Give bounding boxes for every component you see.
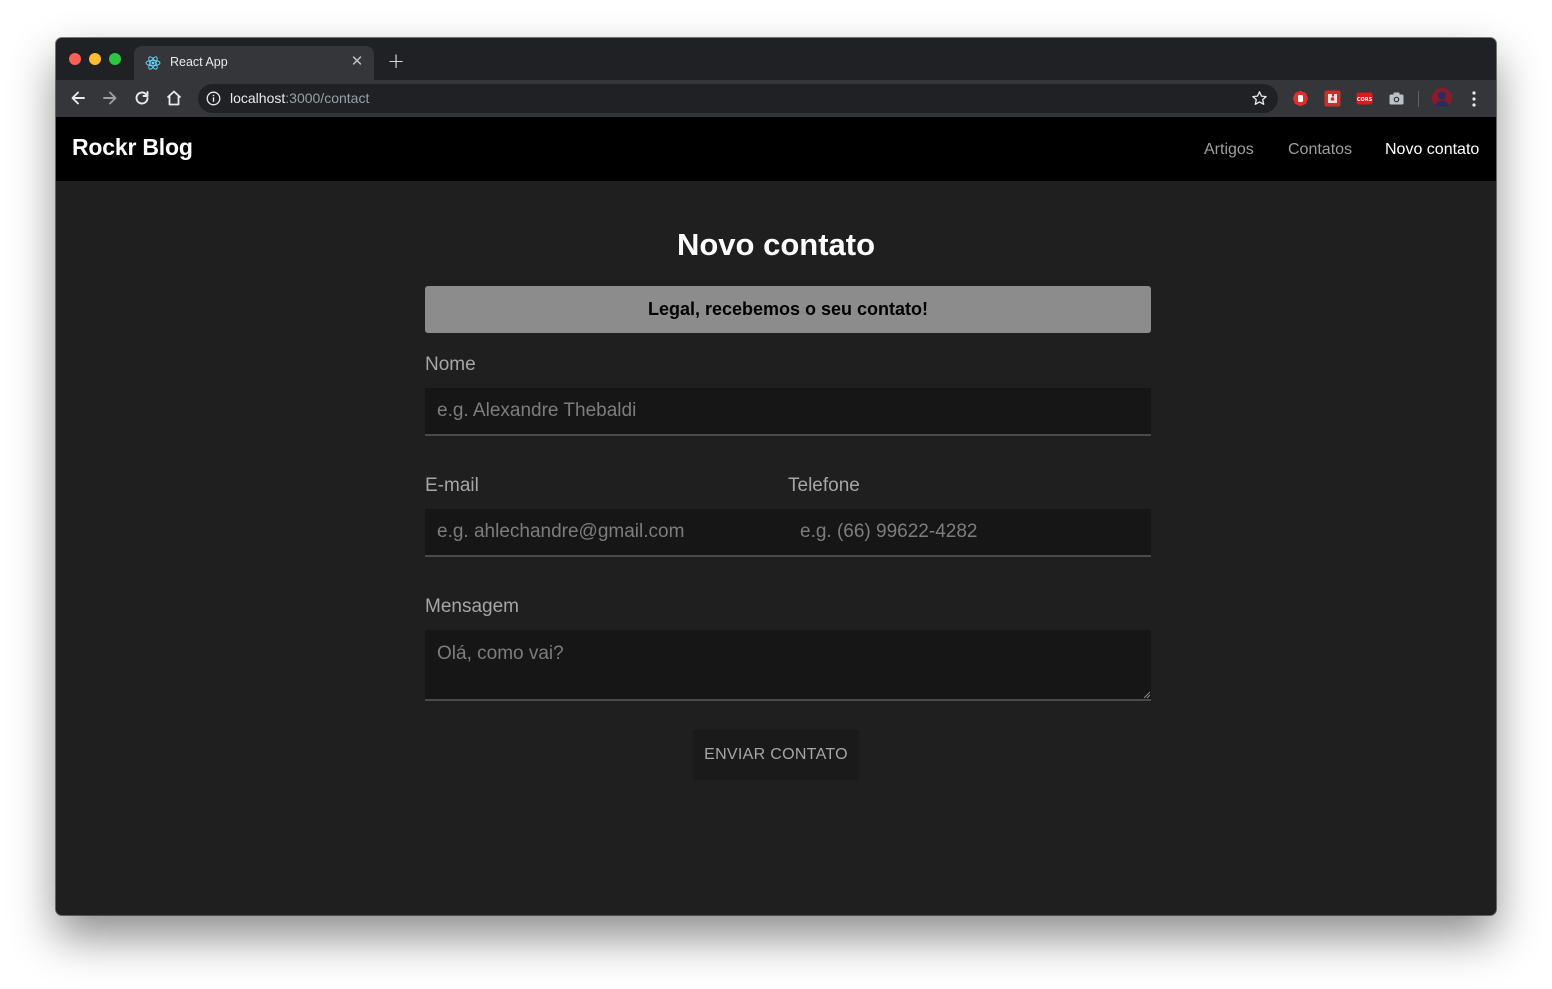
name-input[interactable] xyxy=(425,388,1151,436)
email-input[interactable] xyxy=(425,509,788,557)
reload-icon[interactable] xyxy=(132,88,152,108)
toolbar-divider xyxy=(1418,91,1419,107)
name-label: Nome xyxy=(425,354,476,375)
svg-text:CORS: CORS xyxy=(1357,97,1373,103)
tab-strip: React App ✕ + xyxy=(56,38,1496,80)
browser-menu-icon[interactable] xyxy=(1467,89,1481,109)
home-icon[interactable] xyxy=(164,88,184,108)
submit-contact-button[interactable]: ENVIAR CONTATO xyxy=(693,730,859,780)
puzzle-extension-icon[interactable] xyxy=(1324,90,1341,107)
phone-label: Telefone xyxy=(788,475,860,496)
email-label: E-mail xyxy=(425,475,479,496)
new-tab-icon[interactable]: + xyxy=(386,51,406,72)
camera-extension-icon[interactable] xyxy=(1388,90,1405,107)
resize-grip-icon[interactable] xyxy=(1143,691,1151,699)
nav-link-novo-contato[interactable]: Novo contato xyxy=(1385,141,1479,159)
close-tab-icon[interactable]: ✕ xyxy=(349,54,365,70)
info-icon[interactable] xyxy=(206,91,221,106)
profile-avatar[interactable] xyxy=(1432,88,1452,108)
url-host: localhost xyxy=(230,90,286,106)
nav-link-contatos[interactable]: Contatos xyxy=(1288,141,1352,159)
message-label: Mensagem xyxy=(425,596,519,617)
phone-input[interactable] xyxy=(788,509,1151,557)
browser-toolbar: localhost:3000/contact CORS xyxy=(56,80,1496,117)
success-alert: Legal, recebemos o seu contato! xyxy=(425,286,1151,333)
page-title: Novo contato xyxy=(676,227,876,262)
maximize-window-button[interactable] xyxy=(109,53,121,65)
react-icon xyxy=(145,56,161,70)
browser-window: React App ✕ + localhost:3000/contact COR… xyxy=(56,38,1496,915)
bookmark-star-icon[interactable] xyxy=(1251,90,1268,107)
forward-arrow-icon[interactable] xyxy=(100,88,120,108)
site-navbar: Rockr Blog Artigos Contatos Novo contato xyxy=(56,117,1496,181)
address-bar[interactable]: localhost:3000/contact xyxy=(198,84,1278,113)
back-arrow-icon[interactable] xyxy=(68,88,88,108)
site-brand-logo[interactable]: Rockr Blog xyxy=(72,134,193,161)
page-content: Rockr Blog Artigos Contatos Novo contato… xyxy=(56,117,1496,915)
browser-tab[interactable]: React App ✕ xyxy=(134,46,374,80)
minimize-window-button[interactable] xyxy=(89,53,101,65)
stop-hand-extension-icon[interactable] xyxy=(1292,90,1309,107)
nav-link-artigos[interactable]: Artigos xyxy=(1204,141,1254,159)
tab-title: React App xyxy=(170,55,228,69)
url-text: localhost:3000/contact xyxy=(230,90,369,106)
message-textarea[interactable] xyxy=(425,630,1151,701)
close-window-button[interactable] xyxy=(69,53,81,65)
url-path: :3000/contact xyxy=(285,90,370,106)
cors-extension-icon[interactable]: CORS xyxy=(1356,90,1373,107)
profile-avatar-icon xyxy=(1434,91,1450,107)
